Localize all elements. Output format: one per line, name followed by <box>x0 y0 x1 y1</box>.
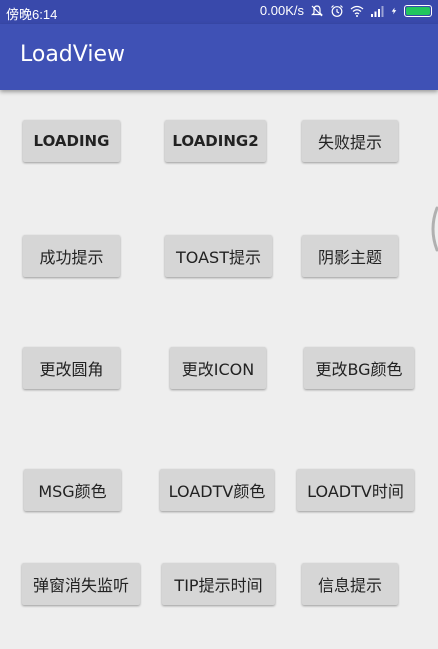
loading-button[interactable]: LOADING <box>23 120 120 162</box>
battery-icon <box>404 4 432 17</box>
dialog-dismiss-listener-button[interactable]: 弹窗消失监听 <box>22 563 140 605</box>
mute-icon <box>311 4 323 16</box>
wifi-icon <box>350 5 364 17</box>
change-icon-button[interactable]: 更改ICON <box>170 347 266 389</box>
status-bar: 傍晚6:14 0.00K/s <box>0 0 438 24</box>
loadtv-time-button[interactable]: LOADTV时间 <box>297 469 414 511</box>
charging-icon <box>391 7 397 14</box>
shadow-theme-button[interactable]: 阴影主题 <box>302 235 398 277</box>
success-tip-button[interactable]: 成功提示 <box>23 235 120 277</box>
edge-swipe-handle[interactable] <box>428 206 438 252</box>
fail-tip-button[interactable]: 失败提示 <box>302 120 398 162</box>
status-time: 傍晚6:14 <box>6 7 58 22</box>
change-radius-button[interactable]: 更改圆角 <box>23 347 120 389</box>
change-bg-color-button[interactable]: 更改BG颜色 <box>304 347 414 389</box>
status-icons: 0.00K/s <box>260 3 432 18</box>
msg-color-button[interactable]: MSG颜色 <box>24 469 121 511</box>
loading2-button[interactable]: LOADING2 <box>165 120 266 162</box>
loadtv-color-button[interactable]: LOADTV颜色 <box>160 469 274 511</box>
network-speed: 0.00K/s <box>259 3 304 18</box>
app-title: LoadView <box>20 42 125 67</box>
app-bar: LoadView <box>0 24 438 90</box>
alarm-icon <box>331 4 343 17</box>
toast-tip-button[interactable]: TOAST提示 <box>165 235 272 277</box>
signal-icon <box>371 5 384 17</box>
tip-time-button[interactable]: TIP提示时间 <box>162 563 275 605</box>
info-tip-button[interactable]: 信息提示 <box>302 563 398 605</box>
